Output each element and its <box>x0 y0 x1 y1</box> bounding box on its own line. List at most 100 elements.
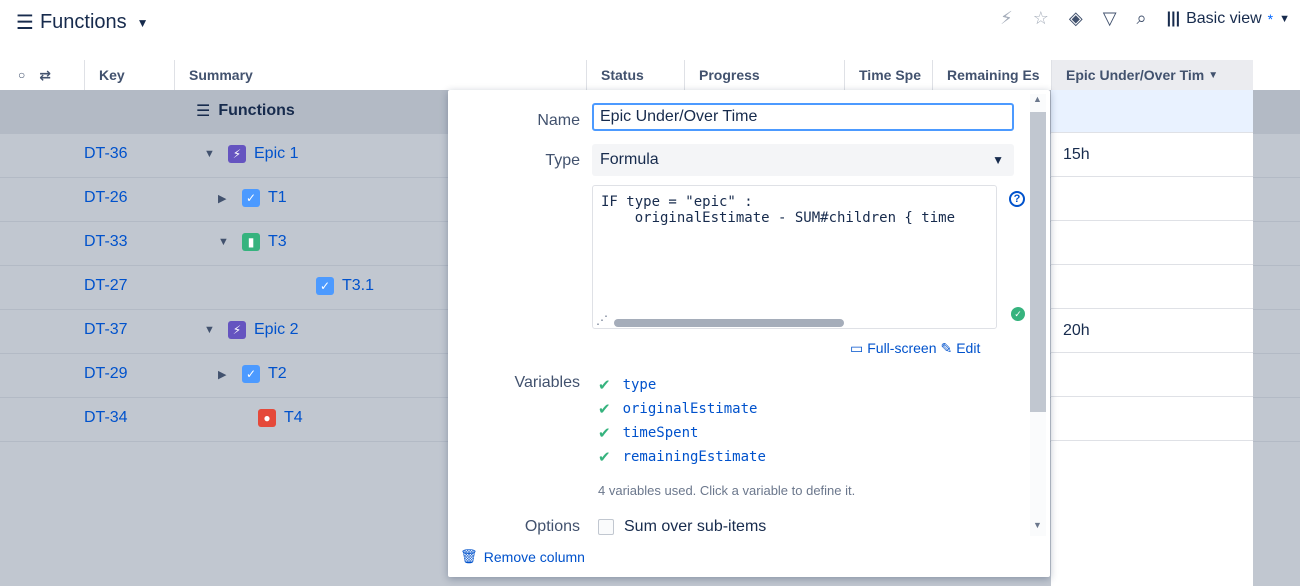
collapsed-toggle-icon[interactable]: ▶ <box>218 368 234 381</box>
column-header-progress[interactable]: Progress <box>684 60 844 90</box>
formula-line: IF type = "epic" : <box>601 194 753 210</box>
editor-links: ▭ Full-screen ✎ Edit <box>850 340 980 357</box>
summary-link[interactable]: T3.1 <box>342 277 374 295</box>
summary-link[interactable]: T2 <box>268 365 287 383</box>
column-header-summary[interactable]: Summary <box>174 60 586 90</box>
type-select[interactable]: Formula ▼ <box>592 144 1014 176</box>
scroll-down-icon[interactable]: ▼ <box>1033 520 1042 530</box>
column-header-epic-under-over[interactable]: Epic Under/Over Tim ▼ <box>1051 60 1253 90</box>
check-icon: ✔ <box>598 376 611 394</box>
summary-link[interactable]: T3 <box>268 233 287 251</box>
column-name-input[interactable]: Epic Under/Over Time <box>592 103 1014 131</box>
columns-icon: ||| <box>1166 9 1181 27</box>
expanded-toggle-icon[interactable]: ▼ <box>204 324 220 336</box>
table-cell[interactable] <box>1051 222 1253 265</box>
toolbar: ☰ Functions ▼ ⚡ ☆ ◈ ▽ ⌕ ||| Basic view * … <box>0 0 1300 46</box>
column-header-remaining[interactable]: Remaining Es <box>932 60 1051 90</box>
filter-icon[interactable]: ▽ <box>1103 8 1117 29</box>
cell-value: 15h <box>1063 146 1090 163</box>
epic-under-over-column: 15h 20h <box>1051 90 1253 586</box>
vertical-scrollbar-thumb[interactable] <box>1030 112 1046 412</box>
resize-handle-icon[interactable]: ⋰ <box>596 313 608 327</box>
variables-label: Variables <box>514 374 580 391</box>
sum-over-subitems-checkbox[interactable] <box>598 519 614 535</box>
fullscreen-link[interactable]: Full-screen <box>867 340 936 357</box>
summary-cell: ▼ ⚡ Epic 1 <box>204 145 298 163</box>
variable-item[interactable]: ✔ timeSpent <box>598 421 766 445</box>
issue-key[interactable]: DT-26 <box>84 189 128 207</box>
toolbar-icons: ⚡ ☆ ◈ ▽ ⌕ ||| Basic view * ▼ <box>1000 8 1290 29</box>
summary-link[interactable]: Epic 2 <box>254 321 298 339</box>
expanded-toggle-icon[interactable]: ▼ <box>218 236 234 248</box>
help-icon[interactable]: ? <box>1009 191 1025 207</box>
variable-item[interactable]: ✔ type <box>598 373 766 397</box>
caret-down-icon: ▼ <box>1208 69 1219 81</box>
epic-icon: ⚡ <box>228 145 246 163</box>
check-icon: ✔ <box>598 448 611 466</box>
variable-name[interactable]: remainingEstimate <box>623 449 766 465</box>
automation-icon[interactable]: ⚡ <box>1000 8 1013 29</box>
table-cell <box>1051 90 1253 133</box>
task-icon: ✓ <box>242 189 260 207</box>
table-cell[interactable]: 20h <box>1051 310 1253 353</box>
horizontal-scrollbar[interactable] <box>614 319 844 327</box>
task-icon: ✓ <box>316 277 334 295</box>
chevron-down-icon: ▼ <box>1279 12 1290 25</box>
summary-cell: ✓ T3.1 <box>316 277 374 295</box>
variable-name[interactable]: timeSpent <box>623 425 699 441</box>
fullscreen-icon[interactable]: ▭ <box>850 340 863 357</box>
issue-key[interactable]: DT-34 <box>84 409 128 427</box>
pin-icon[interactable]: ☆ <box>1033 8 1049 29</box>
issue-key[interactable]: DT-29 <box>84 365 128 383</box>
remove-column-label: Remove column <box>483 548 585 565</box>
variable-name[interactable]: type <box>623 377 657 393</box>
issue-key[interactable]: DT-27 <box>84 277 128 295</box>
table-cell[interactable] <box>1051 178 1253 221</box>
column-header-key[interactable]: Key <box>84 60 174 90</box>
sum-over-subitems-option[interactable]: Sum over sub-items <box>598 518 766 536</box>
group-label: Functions <box>218 102 295 119</box>
variable-item[interactable]: ✔ remainingEstimate <box>598 445 766 469</box>
summary-link[interactable]: Epic 1 <box>254 145 298 163</box>
issue-key[interactable]: DT-36 <box>84 145 128 163</box>
column-config-panel: Name Epic Under/Over Time Type Formula ▼… <box>448 90 1050 577</box>
issue-key[interactable]: DT-37 <box>84 321 128 339</box>
circle-icon[interactable]: ○ <box>18 68 25 82</box>
variable-item[interactable]: ✔ originalEstimate <box>598 397 766 421</box>
search-icon[interactable]: ⌕ <box>1137 8 1147 29</box>
layers-icon[interactable]: ◈ <box>1069 8 1083 29</box>
scroll-up-icon[interactable]: ▲ <box>1033 94 1042 104</box>
table-cell[interactable] <box>1051 354 1253 397</box>
type-select-value: Formula <box>600 151 659 168</box>
view-label: Basic view <box>1186 9 1262 27</box>
variable-name[interactable]: originalEstimate <box>623 401 758 417</box>
row-controls-header: ○ ⇄ <box>18 60 88 90</box>
column-header-time-spent[interactable]: Time Spe <box>844 60 932 90</box>
pencil-icon[interactable]: ✎ <box>940 340 952 357</box>
formula-editor[interactable]: IF type = "epic" : originalEstimate - SU… <box>592 185 997 329</box>
group-label-cell: ☰ Functions <box>196 101 295 121</box>
edit-link[interactable]: Edit <box>956 340 980 357</box>
view-selector[interactable]: ||| Basic view * ▼ <box>1167 10 1290 28</box>
list-icon: ☰ <box>196 103 211 120</box>
column-header-summary-label: Summary <box>189 67 253 83</box>
swap-icon[interactable]: ⇄ <box>39 67 51 84</box>
column-header-remaining-label: Remaining Es <box>947 67 1040 83</box>
structure-title-label: Functions <box>39 11 127 33</box>
view-modified-mark: * <box>1267 10 1274 27</box>
summary-cell: ▼ ▮ T3 <box>218 233 287 251</box>
summary-link[interactable]: T1 <box>268 189 287 207</box>
table-cell[interactable]: 15h <box>1051 134 1253 177</box>
column-header-status[interactable]: Status <box>586 60 684 90</box>
collapsed-toggle-icon[interactable]: ▶ <box>218 192 234 205</box>
chevron-down-icon: ▼ <box>992 153 1004 167</box>
table-cell[interactable] <box>1051 398 1253 441</box>
table-cell[interactable] <box>1051 266 1253 309</box>
structure-title[interactable]: ☰ Functions ▼ <box>16 10 149 35</box>
expanded-toggle-icon[interactable]: ▼ <box>204 148 220 160</box>
issue-key[interactable]: DT-33 <box>84 233 128 251</box>
name-label: Name <box>537 112 580 129</box>
summary-link[interactable]: T4 <box>284 409 303 427</box>
type-label: Type <box>545 152 580 169</box>
remove-column-button[interactable]: 🗑 Remove column <box>460 548 585 565</box>
